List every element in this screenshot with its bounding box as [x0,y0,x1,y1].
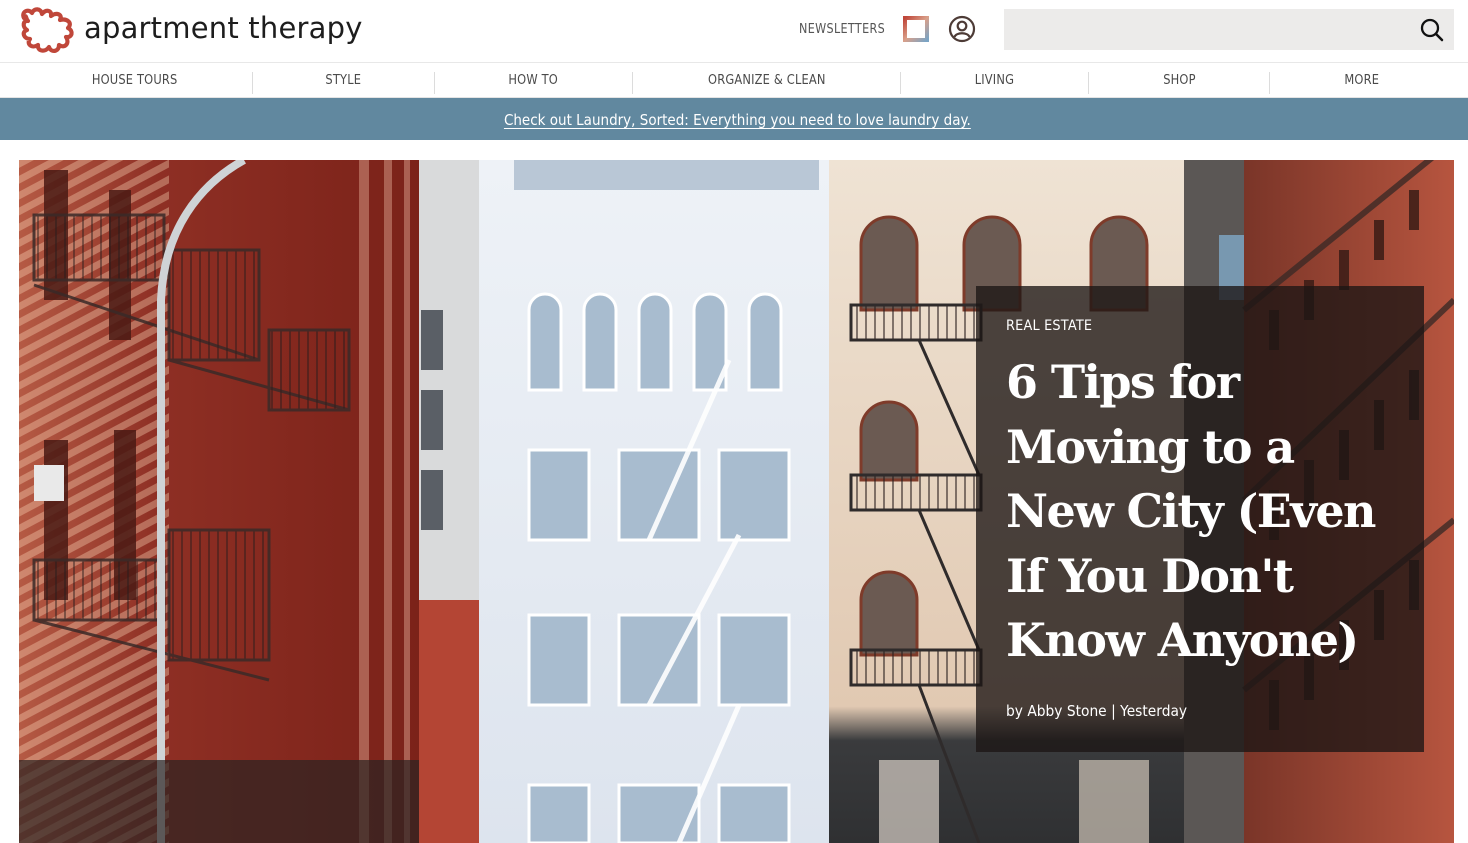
article-category-link[interactable]: REAL ESTATE [1006,318,1100,334]
nav-item-house-tours[interactable]: HOUSE TOURS [18,63,252,98]
nav-item-more[interactable]: MORE [1270,63,1454,98]
newsletters-link[interactable]: NEWSLETTERS [799,22,885,37]
brand-square-icon[interactable] [903,16,929,42]
search-icon [1420,18,1444,42]
nav-item-style[interactable]: STYLE [253,63,434,98]
nav-item-organize-clean[interactable]: ORGANIZE & CLEAN [633,63,900,98]
nav-item-how-to[interactable]: HOW TO [435,63,632,98]
hero-article[interactable]: REAL ESTATE 6 Tips for Moving to a New C… [19,160,1454,843]
article-overlay-card: REAL ESTATE 6 Tips for Moving to a New C… [976,286,1424,752]
logo-squiggle-icon [21,7,74,53]
site-logo[interactable]: apartment therapy [18,6,363,54]
article-headline-link[interactable]: 6 Tips for Moving to a New City (Even If… [1006,350,1406,673]
article-byline: by Abby Stone | Yesterday [1006,702,1188,720]
promo-banner-link[interactable]: Check out Laundry, Sorted: Everything yo… [504,111,971,129]
site-header: apartment therapy NEWSLETTERS [0,0,1468,62]
search-input[interactable] [1004,9,1404,50]
logo-wordmark: apartment therapy [84,11,363,45]
search-button[interactable] [1418,16,1446,44]
main-nav: HOUSE TOURS STYLE HOW TO ORGANIZE & CLEA… [0,62,1468,98]
nav-item-living[interactable]: LIVING [901,63,1088,98]
promo-banner: Check out Laundry, Sorted: Everything yo… [0,98,1468,140]
account-icon[interactable] [948,15,976,43]
nav-item-shop[interactable]: SHOP [1089,63,1269,98]
search-bar [1004,9,1454,50]
